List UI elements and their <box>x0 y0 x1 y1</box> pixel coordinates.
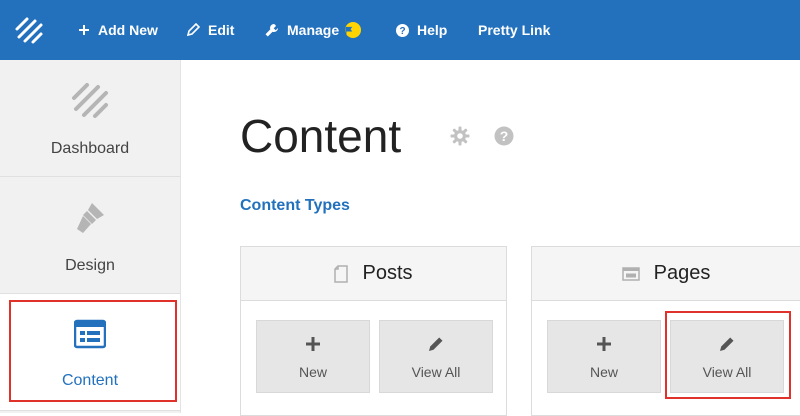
pretty-link-label: Pretty Link <box>478 22 551 38</box>
view-all-posts-button[interactable]: View All <box>379 320 493 393</box>
wrench-icon <box>265 23 278 36</box>
sidebar-item-design[interactable]: Design <box>0 177 180 294</box>
help-icon: ? <box>396 23 409 37</box>
pretty-link-menu[interactable]: Pretty Link <box>478 0 550 60</box>
help-menu[interactable]: ? Help <box>396 0 447 60</box>
tile-label: View All <box>411 364 461 380</box>
view-all-pages-button[interactable]: View All <box>670 320 784 393</box>
manage-label: Manage <box>287 22 340 38</box>
pencil-icon <box>720 337 734 351</box>
manage-menu[interactable]: Manage <box>264 0 362 60</box>
page-title: Content <box>240 110 402 162</box>
card-title: Posts <box>362 262 413 284</box>
tile-label: New <box>298 364 327 380</box>
help-label: Help <box>417 22 448 38</box>
new-page-button[interactable]: New <box>547 320 661 393</box>
sidebar-item-content[interactable]: Content <box>0 294 180 411</box>
paintbrush-icon <box>77 203 104 233</box>
stripes-logo-icon <box>72 83 108 118</box>
gear-icon[interactable] <box>450 126 470 146</box>
plus-icon <box>79 25 89 35</box>
plus-icon <box>306 337 320 351</box>
card-header: Posts <box>241 247 506 301</box>
pages-card: Pages New View All <box>531 246 800 416</box>
pencil-icon <box>186 23 200 37</box>
edit-label: Edit <box>208 22 235 38</box>
plus-icon <box>597 337 611 351</box>
help-icon[interactable]: ? <box>494 126 514 146</box>
card-title: Pages <box>653 262 711 284</box>
sidebar-item-dashboard[interactable]: Dashboard <box>0 60 180 177</box>
sidebar: Dashboard Design Content <box>0 60 181 413</box>
tile-label: View All <box>702 364 752 380</box>
content-types-link[interactable]: Content Types <box>240 197 350 215</box>
svg-text:?: ? <box>500 128 509 144</box>
content-grid-icon <box>74 319 106 349</box>
posts-card: Posts New View All <box>240 246 507 416</box>
pencil-icon <box>429 337 443 351</box>
sidebar-item-label: Content <box>61 372 119 389</box>
tile-label: New <box>589 364 618 380</box>
add-new-menu[interactable]: Add New <box>78 0 158 60</box>
card-header: Pages <box>532 247 800 301</box>
sidebar-item-label: Design <box>65 257 115 274</box>
top-admin-bar: Add New Edit Manage ? Help Pretty Link <box>0 0 800 60</box>
page-layout-icon <box>621 266 640 281</box>
add-new-label: Add New <box>98 22 158 38</box>
edit-menu[interactable]: Edit <box>186 0 234 60</box>
stripes-logo-icon[interactable] <box>14 15 44 45</box>
new-post-button[interactable]: New <box>256 320 370 393</box>
svg-text:?: ? <box>399 26 405 37</box>
document-icon <box>334 264 349 283</box>
flag-badge-icon <box>345 22 362 38</box>
sidebar-item-label: Dashboard <box>50 140 130 157</box>
